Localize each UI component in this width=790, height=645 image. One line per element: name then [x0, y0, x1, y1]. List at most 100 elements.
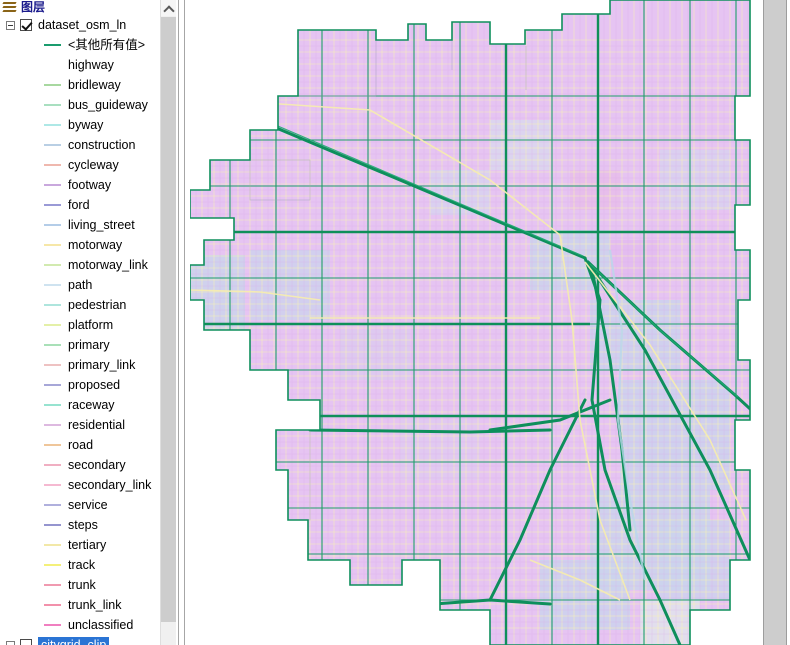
legend-label: footway: [68, 178, 112, 192]
legend-label: bus_guideway: [68, 98, 148, 112]
legend-row[interactable]: road: [0, 435, 176, 455]
legend-swatch-icon: [44, 424, 61, 426]
legend-row[interactable]: proposed: [0, 375, 176, 395]
legend-label: steps: [68, 518, 98, 532]
legend-row[interactable]: platform: [0, 315, 176, 335]
chevron-up-icon[interactable]: [161, 0, 176, 16]
legend-row[interactable]: ford: [0, 195, 176, 215]
legend-label: living_street: [68, 218, 135, 232]
legend-swatch-icon: [44, 44, 61, 46]
tree-row-citygrid-clip[interactable]: citygrid_clip: [0, 635, 176, 645]
legend-swatch-icon: [44, 124, 61, 126]
legend-row[interactable]: tertiary: [0, 535, 176, 555]
legend-swatch-icon: [44, 144, 61, 146]
legend-swatch-icon: [44, 284, 61, 286]
legend-row[interactable]: bus_guideway: [0, 95, 176, 115]
layer-name-citygrid-clip[interactable]: citygrid_clip: [38, 636, 110, 645]
legend-row[interactable]: <其他所有值>: [0, 35, 176, 55]
legend-label: unclassified: [68, 618, 134, 632]
legend-row[interactable]: motorway: [0, 235, 176, 255]
map-canvas[interactable]: https://blog.csdn.net/dq_dq17004534: [190, 0, 760, 645]
legend-swatch-icon: [44, 84, 61, 86]
map-scrollbar-trough[interactable]: [764, 0, 786, 645]
legend-label: ford: [68, 198, 90, 212]
legend-swatch-icon: [44, 364, 61, 366]
legend-swatch-icon: [44, 464, 61, 466]
legend-row[interactable]: track: [0, 555, 176, 575]
legend-row[interactable]: footway: [0, 175, 176, 195]
legend-row[interactable]: secondary: [0, 455, 176, 475]
legend-row[interactable]: service: [0, 495, 176, 515]
legend-list: <其他所有值> highway bridleway bus_guidewaybyway…: [0, 35, 176, 635]
legend-row[interactable]: construction: [0, 135, 176, 155]
legend-swatch-icon: [44, 324, 61, 326]
panel-header: 图层: [0, 0, 176, 15]
layer-name-dataset-osm-ln: dataset_osm_ln: [38, 18, 127, 32]
legend-row[interactable]: steps: [0, 515, 176, 535]
legend-label: primary: [68, 338, 110, 352]
legend-row[interactable]: trunk: [0, 575, 176, 595]
legend-label: secondary: [68, 458, 126, 472]
tree-row-dataset-osm-ln[interactable]: dataset_osm_ln: [0, 15, 176, 35]
legend-swatch-icon: [44, 164, 61, 166]
legend-label: secondary_link: [68, 478, 152, 492]
legend-row[interactable]: trunk_link: [0, 595, 176, 615]
legend-label: track: [68, 558, 96, 572]
minus-box-icon[interactable]: [6, 20, 15, 30]
legend-row[interactable]: secondary_link: [0, 475, 176, 495]
legend-label: platform: [68, 318, 114, 332]
legend-label: path: [68, 278, 93, 292]
map-graphic: [190, 0, 760, 645]
toc-scrollbar[interactable]: [160, 0, 176, 645]
minus-box-icon[interactable]: [6, 640, 15, 645]
legend-label: trunk_link: [68, 598, 122, 612]
map-vertical-scrollbar[interactable]: [760, 0, 790, 645]
legend-swatch-icon: [44, 224, 61, 226]
legend-label: proposed: [68, 378, 121, 392]
legend-swatch-icon: [44, 444, 61, 446]
legend-swatch-icon: [44, 624, 61, 626]
legend-row[interactable]: path: [0, 275, 176, 295]
legend-swatch-icon: [44, 404, 61, 406]
legend-swatch-icon: [44, 564, 61, 566]
map-scrollbar-edge-right: [786, 0, 787, 645]
legend-label: <其他所有值>: [68, 38, 146, 52]
map-scrollbar-edge-left: [763, 0, 764, 645]
legend-label: raceway: [68, 398, 115, 412]
layer-tree: dataset_osm_ln <其他所有值> highway bridleway bu…: [0, 15, 176, 645]
legend-swatch-icon: [44, 524, 61, 526]
legend-label: service: [68, 498, 108, 512]
legend-row[interactable]: raceway: [0, 395, 176, 415]
legend-row[interactable]: motorway_link: [0, 255, 176, 275]
checkbox-checked-icon[interactable]: [20, 19, 32, 31]
legend-swatch-icon: [44, 484, 61, 486]
legend-swatch-icon: [44, 264, 61, 266]
legend-label: residential: [68, 418, 125, 432]
legend-row[interactable]: cycleway: [0, 155, 176, 175]
panel-splitter[interactable]: [176, 0, 190, 645]
legend-row[interactable]: pedestrian: [0, 295, 176, 315]
legend-swatch-icon: [44, 384, 61, 386]
legend-row[interactable]: bridleway: [0, 75, 176, 95]
panel-title: 图层: [21, 0, 46, 14]
legend-row[interactable]: primary_link: [0, 355, 176, 375]
legend-label: construction: [68, 138, 136, 152]
legend-row[interactable]: primary: [0, 335, 176, 355]
legend-swatch-icon: [44, 504, 61, 506]
legend-row[interactable]: unclassified: [0, 615, 176, 635]
arcmap-window: 图层 dataset_osm_ln <其他所有值> highway bridlewa…: [0, 0, 790, 645]
legend-label: pedestrian: [68, 298, 127, 312]
toc-scrollbar-thumb[interactable]: [161, 17, 176, 622]
legend-swatch-placeholder: [44, 64, 61, 66]
checkbox-unchecked-icon[interactable]: [20, 639, 32, 645]
legend-swatch-icon: [44, 584, 61, 586]
legend-row[interactable]: highway: [0, 55, 176, 75]
legend-swatch-icon: [44, 604, 61, 606]
legend-label: highway: [68, 58, 114, 72]
legend-row[interactable]: residential: [0, 415, 176, 435]
legend-row[interactable]: byway: [0, 115, 176, 135]
legend-swatch-icon: [44, 104, 61, 106]
legend-row[interactable]: living_street: [0, 215, 176, 235]
legend-swatch-icon: [44, 204, 61, 206]
legend-label: motorway_link: [68, 258, 148, 272]
